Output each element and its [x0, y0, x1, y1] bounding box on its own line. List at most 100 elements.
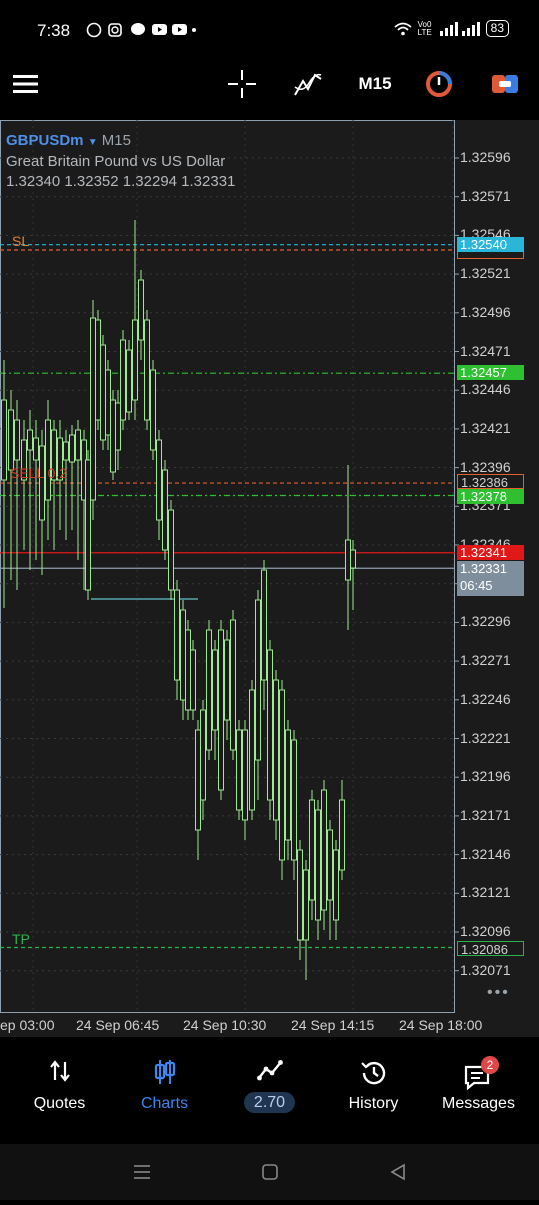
timeframe-button[interactable]: M15: [354, 62, 396, 106]
candle-body: [224, 639, 230, 721]
notification-icons: [86, 22, 196, 41]
price-tick-label: 1.32471: [460, 342, 511, 359]
price-tick-label: 1.32571: [460, 187, 511, 204]
candle-body: [8, 409, 14, 471]
crosshair-icon: [228, 70, 256, 98]
price-tick-label: 1.32271: [460, 652, 511, 669]
network-label: Vo0 LTE: [417, 19, 432, 37]
candle-body: [195, 729, 201, 831]
nav-charts-label: Charts: [140, 1095, 189, 1112]
more-options-icon[interactable]: •••: [487, 984, 510, 1002]
nav-quotes[interactable]: Quotes: [6, 1037, 113, 1144]
candle-body: [168, 509, 174, 591]
status-right: Vo0 LTE 83: [394, 20, 509, 37]
candle-body: [291, 739, 297, 861]
candle-body: [126, 349, 132, 413]
sl-price-box: 1.32540: [457, 237, 524, 252]
sl-order-box: [457, 252, 524, 259]
price-tick-label: 1.32146: [460, 845, 511, 862]
price-tick-label: 1.32221: [460, 729, 511, 746]
candle-body: [95, 319, 101, 421]
candle-body: [309, 799, 315, 901]
candle-body: [350, 549, 356, 569]
symbol-dropdown-icon[interactable]: ▼: [88, 137, 98, 148]
candle-body: [267, 649, 273, 801]
candle-body: [75, 429, 81, 461]
ohlc-values: 1.32340 1.32352 1.32294 1.32331: [6, 173, 236, 190]
candle-body: [200, 709, 206, 801]
candle-body: [69, 434, 75, 463]
candle-body: [242, 729, 248, 821]
price-tick-label: 1.32521: [460, 265, 511, 282]
price-tick-label: 1.32171: [460, 806, 511, 823]
symbol-name[interactable]: GBPUSDm: [6, 132, 84, 149]
nav-messages-label: Messages: [442, 1095, 515, 1112]
candle-body: [255, 599, 261, 761]
notification-icons-svg: [86, 22, 196, 38]
price-tick-label: 1.32396: [460, 458, 511, 475]
candle-body: [297, 849, 303, 941]
candle-body: [14, 419, 20, 461]
candle-body: [1, 399, 7, 481]
time-label: 24 Sep 18:00: [399, 1017, 483, 1033]
nav-messages[interactable]: 2 Messages: [425, 1037, 532, 1144]
candle-body: [27, 429, 33, 451]
candle-body: [162, 469, 168, 551]
symbol-timeframe: M15: [101, 132, 131, 149]
sell-order-label: SELL 0.2: [10, 465, 68, 481]
trade-button[interactable]: [490, 62, 520, 106]
candle-body: [138, 279, 144, 341]
price-tick-label: 1.32446: [460, 381, 511, 398]
candle-body: [285, 729, 291, 841]
one-click-icon: [426, 71, 452, 97]
candle-body: [339, 799, 345, 871]
hamburger-icon: [13, 75, 38, 93]
status-time: 7:38: [37, 21, 71, 40]
candle-body: [156, 439, 162, 521]
candle-body: [180, 609, 186, 701]
candle-body: [174, 589, 180, 681]
price-tick-label: 1.32121: [460, 884, 511, 901]
indicators-button[interactable]: [290, 62, 326, 106]
candle-body: [39, 445, 45, 521]
candle-body: [110, 399, 116, 473]
chart-area[interactable]: GBPUSDm ▼ M15 Great Britain Pound vs US …: [0, 120, 539, 1013]
candle-body: [236, 729, 242, 811]
status-bar: 7:38 Vo0 LTE 83: [0, 0, 539, 62]
candle-body: [85, 459, 91, 591]
bid-price-box: 1.32341: [457, 545, 524, 560]
candle-body: [190, 649, 196, 711]
tp-label: TP: [12, 931, 30, 947]
wifi-icon: [394, 22, 412, 35]
nav-trade[interactable]: 2.70: [216, 1037, 323, 1144]
green-upper-box: 1.32457: [457, 365, 524, 380]
candle-body: [63, 441, 69, 461]
time-label: 24 Sep 06:45: [76, 1017, 160, 1033]
candle-body: [333, 849, 339, 921]
candle-body: [345, 539, 351, 581]
price-tick-label: 1.32071: [460, 961, 511, 978]
candle-body: [150, 369, 156, 451]
time-label: ep 03:00: [0, 1017, 55, 1033]
price-tick-label: 1.32596: [460, 149, 511, 165]
menu-button[interactable]: [8, 62, 44, 106]
candle-body: [230, 619, 236, 751]
chart-symbol-header[interactable]: GBPUSDm ▼ M15: [6, 132, 131, 149]
charts-icon: [154, 1060, 175, 1084]
green-lower-box: 1.32378: [457, 489, 524, 504]
candle-body: [45, 419, 51, 501]
nav-charts[interactable]: Charts: [111, 1037, 218, 1144]
candle-body: [249, 689, 255, 811]
candle-body: [327, 829, 333, 901]
nav-history[interactable]: History: [320, 1037, 427, 1144]
crosshair-button[interactable]: [224, 62, 260, 106]
one-click-trading-button[interactable]: [424, 62, 454, 106]
nav-history-label: History: [348, 1095, 399, 1112]
indicators-icon: [294, 73, 322, 96]
candle-body: [206, 629, 212, 751]
candle-body: [212, 649, 218, 731]
candle-body: [100, 344, 106, 441]
battery-indicator: 83: [485, 20, 509, 37]
back-icon: [390, 1163, 405, 1181]
quotes-icon: [49, 1060, 70, 1082]
